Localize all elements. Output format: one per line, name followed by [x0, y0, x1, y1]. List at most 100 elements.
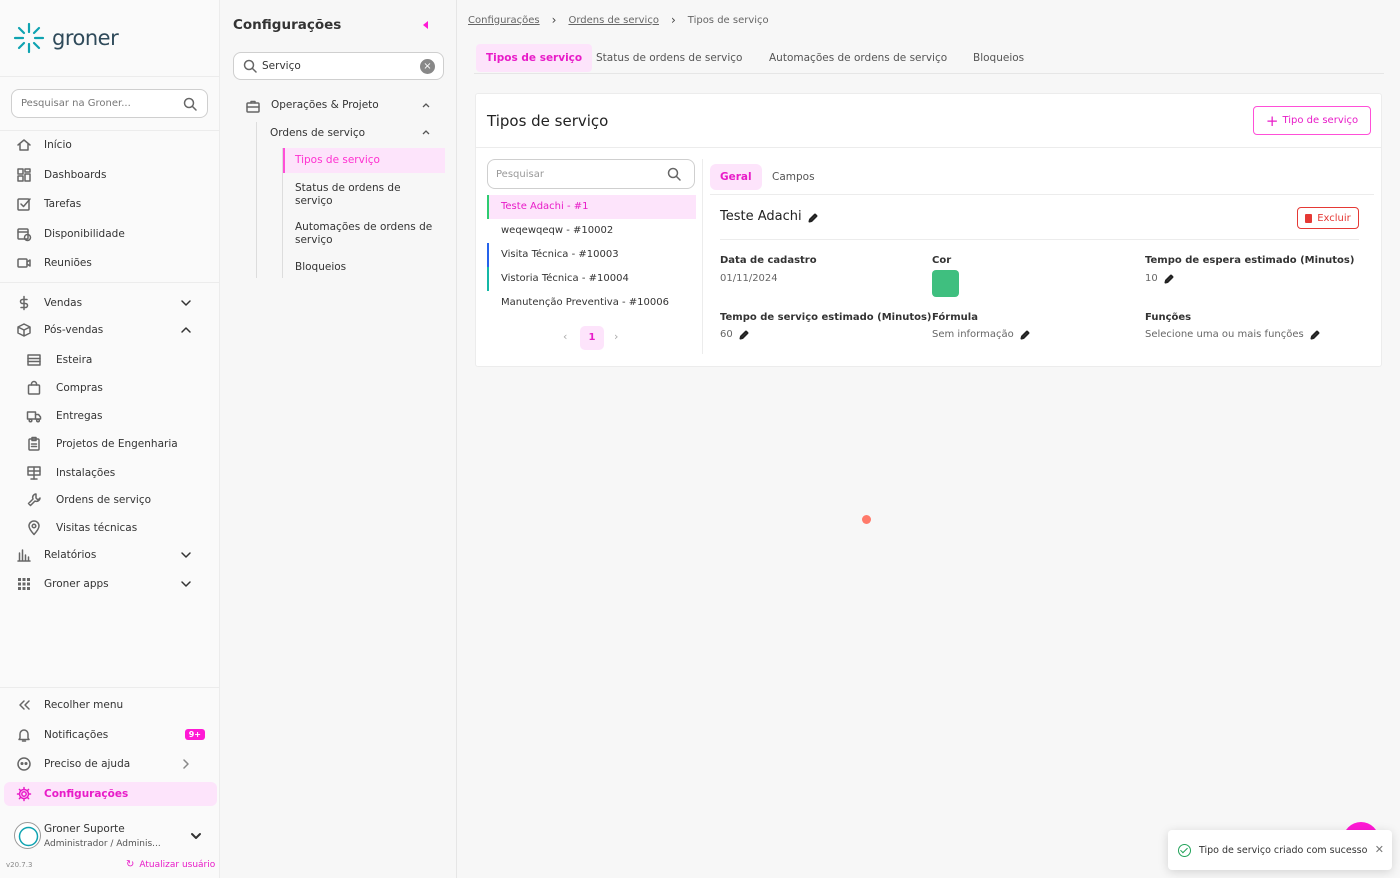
search-icon[interactable]	[182, 96, 198, 112]
check-circle-icon	[1178, 843, 1191, 857]
tab-bloqueios[interactable]: Bloqueios	[963, 44, 1034, 72]
list-item[interactable]: Teste Adachi - #1	[487, 195, 696, 219]
nav-relatorios[interactable]: Relatórios	[10, 543, 210, 567]
field-created-value: 01/11/2024	[720, 273, 778, 284]
grid-icon	[16, 576, 32, 592]
tab-campos[interactable]: Campos	[762, 164, 825, 190]
clear-icon[interactable]: ×	[420, 59, 435, 74]
collapse-panel-icon[interactable]	[420, 19, 432, 31]
field-label-functions: Funções	[1145, 312, 1192, 323]
tree-item-status[interactable]: Status de ordens de serviço	[295, 182, 435, 208]
global-search[interactable]	[11, 89, 208, 118]
chevron-down-icon[interactable]	[178, 576, 194, 592]
update-user-link[interactable]: ↻ Atualizar usuário	[126, 859, 215, 870]
field-label-formula: Fórmula	[932, 312, 978, 323]
notifications-button[interactable]: Notificações 9+	[10, 723, 210, 747]
nav-instalacoes[interactable]: Instalações	[10, 461, 210, 485]
tree-item-tipos-servico[interactable]: Tipos de serviço	[295, 154, 380, 166]
chevron-down-icon[interactable]	[178, 295, 194, 311]
add-service-type-button[interactable]: + Tipo de serviço	[1253, 106, 1371, 135]
nav-label: Projetos de Engenharia	[56, 438, 178, 450]
chevron-left-icon[interactable]: ‹	[563, 330, 567, 343]
user-menu[interactable]: Groner Suporte Administrador / Adminis..…	[10, 818, 210, 854]
field-functions-value: Selecione uma ou mais funções	[1145, 329, 1320, 340]
chevron-up-icon[interactable]	[421, 100, 431, 110]
color-swatch[interactable]	[932, 270, 959, 297]
list-search[interactable]	[487, 159, 695, 189]
main-content: Configurações › Ordens de serviço › Tipo…	[458, 0, 1400, 878]
refresh-icon: ↻	[126, 859, 135, 870]
nav-projetos-engenharia[interactable]: Projetos de Engenharia	[10, 432, 210, 456]
nav-ordens-servico[interactable]: Ordens de serviço	[10, 488, 210, 512]
nav-compras[interactable]: Compras	[10, 376, 210, 400]
app-name: groner	[52, 26, 119, 50]
chevron-down-icon[interactable]	[188, 828, 204, 844]
breadcrumb: Configurações › Ordens de serviço › Tipo…	[468, 13, 769, 27]
created-value: 01/11/2024	[720, 273, 778, 284]
nav-pos-vendas[interactable]: Pós-vendas	[10, 318, 210, 342]
search-icon[interactable]	[666, 166, 682, 182]
tab-status-ordens[interactable]: Status de ordens de serviço	[586, 44, 752, 72]
nav-configuracoes[interactable]: Configurações	[4, 782, 217, 806]
list-search-input[interactable]	[496, 164, 656, 184]
groner-logo-icon	[13, 22, 45, 54]
pencil-icon[interactable]	[1310, 330, 1320, 340]
pencil-icon[interactable]	[1020, 330, 1030, 340]
chevron-right-icon[interactable]: ›	[614, 330, 618, 343]
nav-disponibilidade[interactable]: Disponibilidade	[10, 222, 210, 246]
tree-subgroup-label[interactable]: Ordens de serviço	[270, 127, 365, 139]
breadcrumb-link[interactable]: Ordens de serviço	[568, 15, 659, 26]
pencil-icon[interactable]	[1164, 274, 1174, 284]
nav-esteira[interactable]: Esteira	[10, 348, 210, 372]
chevron-down-icon[interactable]	[178, 547, 194, 563]
page-number[interactable]: 1	[580, 326, 604, 350]
list-item-label: Visita Técnica - #10003	[501, 249, 619, 260]
color-marker	[487, 195, 489, 219]
groner-logo[interactable]: groner	[12, 20, 119, 56]
nav-dashboards[interactable]: Dashboards	[10, 163, 210, 187]
list-item[interactable]: weqewqeqw - #10002	[487, 219, 696, 243]
chevron-right-icon	[178, 756, 194, 772]
settings-search-input[interactable]	[262, 55, 412, 77]
tree-item-automacoes[interactable]: Automações de ordens de serviço	[295, 221, 435, 247]
nav-visitas-tecnicas[interactable]: Visitas técnicas	[10, 516, 210, 540]
nav-entregas[interactable]: Entregas	[10, 404, 210, 428]
nav-tarefas[interactable]: Tarefas	[10, 192, 210, 216]
chevron-up-icon[interactable]	[421, 127, 431, 137]
delete-button[interactable]: Excluir	[1297, 207, 1359, 229]
breadcrumb-link[interactable]: Configurações	[468, 15, 540, 26]
settings-search[interactable]: ×	[233, 52, 444, 80]
nav-vendas[interactable]: Vendas	[10, 291, 210, 315]
list-item-label: Manutenção Preventiva - #10006	[501, 297, 669, 308]
global-search-input[interactable]	[12, 90, 172, 117]
collapse-menu-button[interactable]: Recolher menu	[10, 693, 210, 717]
clipboard-icon	[26, 436, 42, 452]
chevron-up-icon[interactable]	[178, 322, 194, 338]
breadcrumb-current: Tipos de serviço	[687, 14, 769, 26]
pencil-icon[interactable]	[808, 212, 818, 222]
tab-geral[interactable]: Geral	[710, 164, 762, 190]
tree-group-label[interactable]: Operações & Projeto	[271, 99, 379, 111]
box-icon	[16, 322, 32, 338]
list-item-label: weqewqeqw - #10002	[501, 225, 614, 236]
pencil-icon[interactable]	[739, 330, 749, 340]
tree-item-bloqueios[interactable]: Bloqueios	[295, 261, 346, 273]
tab-tipos-servico[interactable]: Tipos de serviço	[476, 44, 593, 72]
nav-inicio[interactable]: Início	[10, 133, 210, 157]
detail-tabs: Geral Campos	[710, 163, 1374, 195]
nav-groner-apps[interactable]: Groner apps	[10, 572, 210, 596]
dollar-icon	[16, 295, 32, 311]
nav-label: Relatórios	[44, 549, 97, 561]
list-item[interactable]: Manutenção Preventiva - #10006	[487, 291, 696, 315]
user-role: Administrador / Adminis...	[44, 839, 161, 849]
nav-reunioes[interactable]: Reuniões	[10, 251, 210, 275]
nav-label: Tarefas	[44, 198, 82, 210]
divider	[476, 147, 1381, 148]
list-item-label: Vistoria Técnica - #10004	[501, 273, 629, 284]
briefcase-icon	[245, 98, 261, 114]
close-icon[interactable]: ✕	[1375, 843, 1384, 856]
tab-automacoes[interactable]: Automações de ordens de serviço	[759, 44, 957, 72]
list-item[interactable]: Vistoria Técnica - #10004	[487, 267, 696, 291]
help-button[interactable]: Preciso de ajuda	[10, 752, 210, 776]
list-item[interactable]: Visita Técnica - #10003	[487, 243, 696, 267]
